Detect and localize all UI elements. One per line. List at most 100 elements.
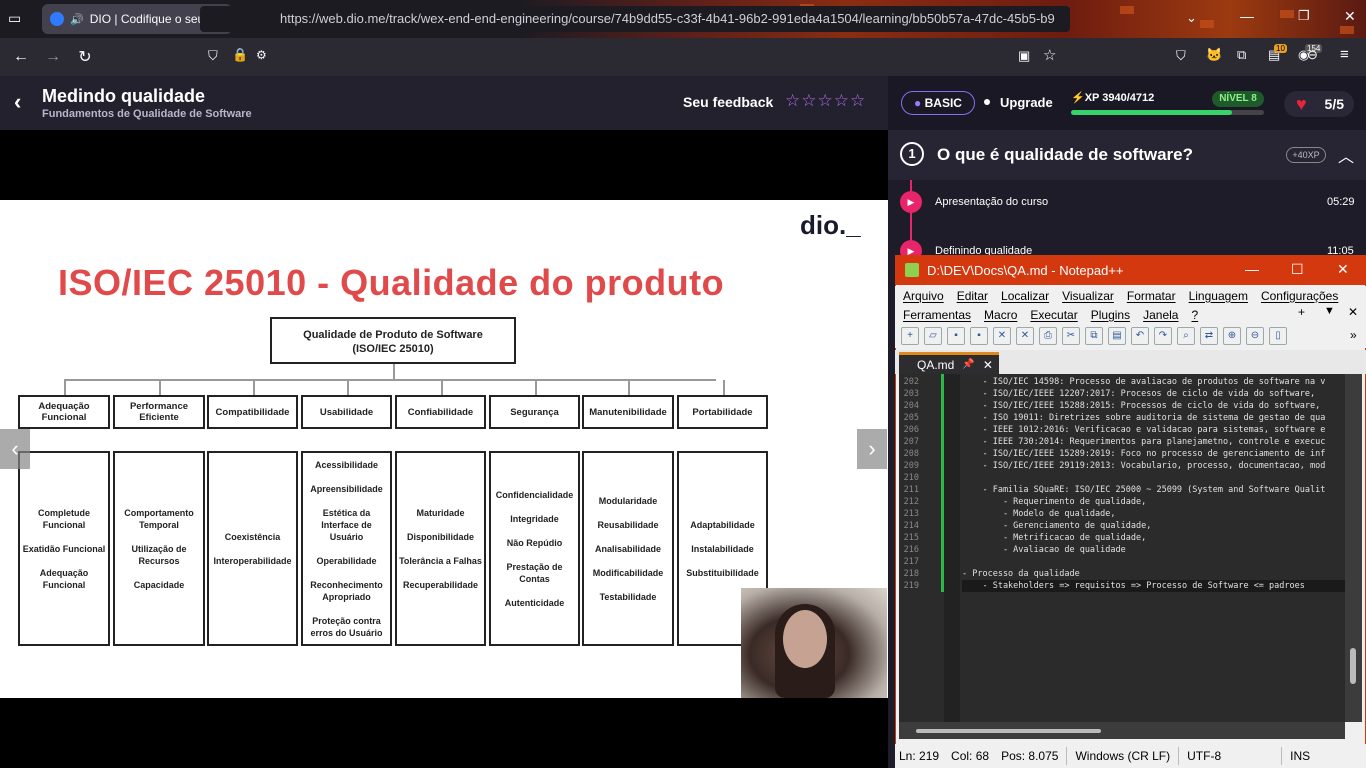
fold-margin <box>944 374 960 722</box>
copy-icon[interactable]: ⧉ <box>1085 327 1103 345</box>
pocket-icon[interactable]: ⛉ <box>1176 48 1186 64</box>
extension-puzzle-icon[interactable]: ⧉ <box>1237 47 1246 63</box>
permissions-icon[interactable]: ⚙ <box>256 48 267 62</box>
xp-counter: ⚡XP 3940/4712 <box>1071 91 1154 104</box>
cut-icon[interactable]: ✂ <box>1062 327 1080 345</box>
file-tab-label: QA.md <box>917 357 955 372</box>
upgrade-link[interactable]: Upgrade <box>1000 95 1053 110</box>
subcharacteristic-label: Reusabilidade <box>597 519 659 530</box>
line-number: 210 <box>903 473 919 483</box>
forward-arrow-icon[interactable]: → <box>37 41 69 73</box>
back-chevron-icon[interactable]: ‹ <box>14 89 21 115</box>
connector-vertical <box>440 380 443 396</box>
next-slide-arrow-icon[interactable]: › <box>857 429 887 469</box>
npp-status-bar: Ln: 219 Col: 68 Pos: 8.075 Windows (CR L… <box>895 744 1366 768</box>
menu-janela[interactable]: Janela <box>1143 308 1178 322</box>
menu-plugins[interactable]: Plugins <box>1091 308 1130 322</box>
menu-visualizar[interactable]: Visualizar <box>1062 289 1114 303</box>
replace-icon[interactable]: ⇄ <box>1200 327 1218 345</box>
tab-list-icon[interactable]: ▭ <box>8 10 21 27</box>
zoom-out-icon[interactable]: ⊖ <box>1246 327 1264 345</box>
reader-view-icon[interactable]: ▣ <box>1018 48 1030 64</box>
menu-localizar[interactable]: Localizar <box>1001 289 1049 303</box>
feedback-stars[interactable]: ☆☆☆☆☆ <box>785 91 866 111</box>
vertical-scroll-thumb[interactable] <box>1350 648 1356 684</box>
subcharacteristic-label: Substituibilidade <box>686 567 759 578</box>
open-file-icon[interactable]: ▱ <box>924 327 942 345</box>
connector-vertical <box>722 380 725 396</box>
diagram-root-box: Qualidade de Produto de Software (ISO/IE… <box>270 317 516 364</box>
lesson-title: Medindo qualidade <box>42 86 206 106</box>
category-box: Manutenibilidade <box>582 395 674 429</box>
subcharacteristics-box: Confidencialidade Integridade Não Repúdio P… <box>489 451 580 646</box>
level-badge: NÍVEL 8 <box>1212 91 1264 107</box>
bookmark-star-icon[interactable]: ☆ <box>1043 46 1056 64</box>
toolbar-overflow-icon[interactable]: » <box>1350 328 1357 342</box>
print-icon[interactable]: ⎙ <box>1039 327 1057 345</box>
extension-icon-3[interactable]: ⊖ <box>1307 47 1318 63</box>
lock-icon[interactable]: 🔒 <box>232 47 248 63</box>
undo-icon[interactable]: ↶ <box>1131 327 1149 345</box>
close-window-button[interactable]: ✕ <box>1344 8 1356 25</box>
plan-badge[interactable]: ● BASIC <box>901 91 975 115</box>
paste-icon[interactable]: ▤ <box>1108 327 1126 345</box>
url-input[interactable]: https://web.dio.me/track/wex-end-end-eng… <box>200 6 1070 32</box>
code-line: - ISO/IEC/IEEE 12207:2017: Procesos de c… <box>962 389 1316 399</box>
menu-help[interactable]: ? <box>1191 308 1198 322</box>
prev-slide-arrow-icon[interactable]: ‹ <box>0 429 30 469</box>
play-icon[interactable]: ▶ <box>900 191 922 213</box>
subcharacteristic-label: Tolerância a Falhas <box>399 555 482 566</box>
close-tab-icon[interactable]: ✕ <box>983 358 993 372</box>
menu-ferramentas[interactable]: Ferramentas <box>903 308 971 322</box>
back-arrow-icon[interactable]: ← <box>5 41 37 73</box>
lesson-item-name[interactable]: Apresentação do curso <box>935 196 1048 208</box>
minimize-window-button[interactable]: — <box>1240 8 1254 24</box>
code-line: - Stakeholders => requisitos => Processo… <box>962 581 1305 591</box>
sync-scroll-icon[interactable]: ▯ <box>1269 327 1287 345</box>
menu-macro[interactable]: Macro <box>984 308 1017 322</box>
close-all-icon[interactable]: ✕ <box>1016 327 1034 345</box>
dropdown-arrow-icon[interactable]: ▼ <box>1324 305 1335 317</box>
heart-icon: ♥ <box>1296 94 1307 114</box>
menu-linguagem[interactable]: Linguagem <box>1189 289 1248 303</box>
subcharacteristic-label: Completude Funcional <box>37 507 90 530</box>
save-icon[interactable]: ▪ <box>947 327 965 345</box>
find-icon[interactable]: ⌕ <box>1177 327 1195 345</box>
code-line: - IEEE 730:2014: Requerimentos para plan… <box>962 437 1326 447</box>
horizontal-scroll-thumb[interactable] <box>916 729 1101 733</box>
close-doc-icon[interactable]: ✕ <box>1348 305 1358 319</box>
pin-icon[interactable]: 📌 <box>962 359 974 370</box>
menu-arquivo[interactable]: Arquivo <box>903 289 944 303</box>
npp-maximize-button[interactable]: ☐ <box>1291 261 1304 278</box>
file-tab-qa-md[interactable]: QA.md 📌 ✕ <box>899 352 999 374</box>
add-icon[interactable]: + <box>1298 305 1305 319</box>
collapse-chevron-icon[interactable]: ︿ <box>1338 143 1354 167</box>
close-file-icon[interactable]: ✕ <box>993 327 1011 345</box>
subcharacteristic-label: Proteção contra erros do Usuário <box>310 615 383 638</box>
npp-close-button[interactable]: ✕ <box>1337 261 1349 278</box>
subcharacteristic-label: Integridade <box>510 513 559 524</box>
new-file-icon[interactable]: + <box>901 327 919 345</box>
npp-minimize-button[interactable]: — <box>1245 261 1259 277</box>
extension-cat-icon[interactable]: 🐱 <box>1206 47 1222 63</box>
redo-icon[interactable]: ↷ <box>1154 327 1172 345</box>
menu-editar[interactable]: Editar <box>957 289 988 303</box>
zoom-in-icon[interactable]: ⊕ <box>1223 327 1241 345</box>
menu-configuracoes[interactable]: Configurações <box>1261 289 1338 303</box>
slide-title: ISO/IEC 25010 - Qualidade do produto <box>58 262 725 303</box>
menu-formatar[interactable]: Formatar <box>1127 289 1176 303</box>
subcharacteristic-label: Capacidade <box>133 579 185 590</box>
speaker-icon[interactable]: 🔊 <box>70 13 84 26</box>
menu-executar[interactable]: Executar <box>1030 308 1077 322</box>
line-number: 205 <box>903 413 919 423</box>
subcharacteristic-label: Interoperabilidade <box>213 555 292 566</box>
reload-icon[interactable]: ↻ <box>69 41 101 73</box>
subcharacteristic-label: Operabilidade <box>316 555 377 566</box>
hamburger-menu-icon[interactable]: ≡ <box>1340 46 1349 63</box>
shield-icon[interactable]: ⛉ <box>208 48 218 64</box>
restore-window-button[interactable]: ❐ <box>1298 8 1310 24</box>
save-all-icon[interactable]: ▪ <box>970 327 988 345</box>
tab-overflow-chevron-icon[interactable]: ⌄ <box>1186 10 1197 26</box>
xp-progress-bar <box>1071 110 1264 115</box>
connector-horizontal <box>64 379 716 381</box>
